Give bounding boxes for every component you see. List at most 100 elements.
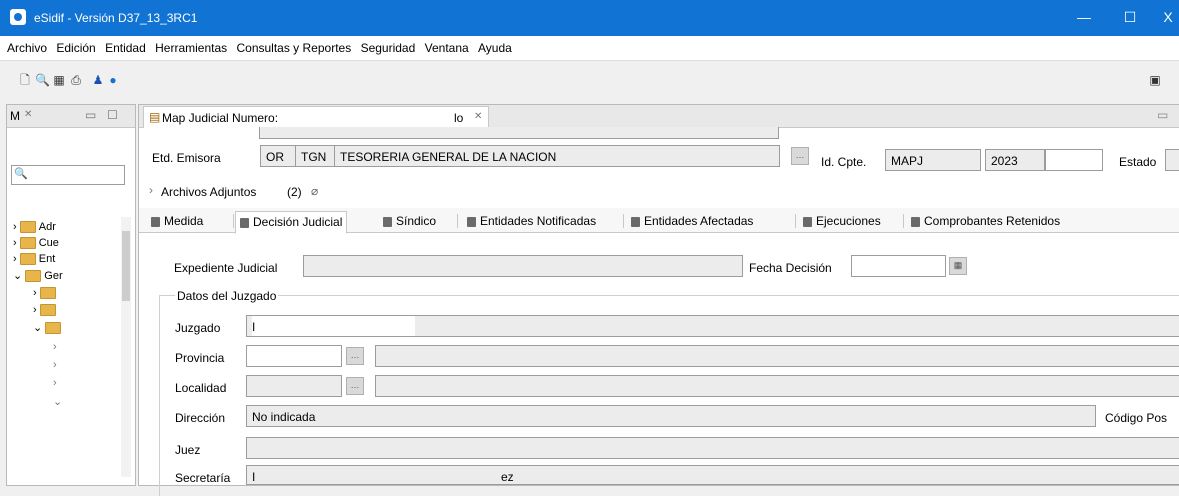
search-icon: 🔍 — [14, 168, 28, 180]
minimize-button[interactable]: — — [1061, 0, 1107, 36]
tab-icon — [631, 216, 640, 227]
perspective-icon[interactable]: ▣ — [1148, 73, 1162, 87]
tree-item-expanded[interactable]: ⌄ — [33, 321, 64, 335]
folder-icon — [39, 304, 56, 317]
tree-item[interactable]: › — [33, 304, 59, 317]
editor-panel: ▤ Map Judicial Numero: lo ✕ ▭ Etd. Emiso… — [138, 104, 1179, 496]
tab-ejecuciones[interactable]: Ejecuciones — [799, 211, 885, 232]
detail-tabbar: Medida Decisión Judicial Síndico Entidad… — [139, 208, 1179, 234]
estado-field — [1165, 149, 1179, 171]
tree-item[interactable]: › — [53, 359, 57, 371]
tab-entidades-notificadas[interactable]: Entidades Notificadas — [463, 211, 600, 232]
id-cpte-year: 2023 — [985, 149, 1045, 171]
paperclip-icon: ⌀ — [311, 184, 319, 198]
tab-icon — [803, 216, 812, 227]
archivos-count: (2) — [287, 185, 302, 199]
juez-label: Juez — [175, 443, 201, 457]
id-cpte-type: MAPJ — [885, 149, 981, 171]
juzgado-field[interactable]: I — [246, 315, 1179, 337]
tab-medida[interactable]: Medida — [147, 211, 207, 232]
tree-item[interactable]: › Ent — [13, 253, 55, 266]
menu-edicion[interactable]: Edición — [53, 36, 98, 55]
etd-emisora-name: TESORERIA GENERAL DE LA NACION — [334, 145, 780, 167]
tab-separator — [623, 214, 624, 228]
chevron-right-icon[interactable]: › — [149, 183, 153, 197]
tree-item[interactable]: › — [53, 341, 57, 353]
menu-archivo[interactable]: Archivo — [4, 36, 50, 55]
provincia-lookup-button[interactable]: … — [346, 347, 364, 365]
tab-entidades-afectadas[interactable]: Entidades Afectadas — [627, 211, 757, 232]
menu-entidad[interactable]: Entidad — [102, 36, 149, 55]
juez-field[interactable] — [246, 437, 1179, 459]
menu-bar: Archivo Edición Entidad Herramientas Con… — [0, 36, 1179, 61]
user-icon[interactable]: ♟ — [91, 73, 105, 87]
tab-map-judicial[interactable]: ▤ Map Judicial Numero: lo ✕ — [143, 106, 489, 128]
tab-separator — [233, 214, 234, 228]
etd-emisora-label: Etd. Emisora — [152, 151, 221, 165]
close-button[interactable]: X — [1153, 0, 1179, 36]
navigator-tabbar: M ✕ ▭ ☐ — [7, 105, 135, 128]
provincia-label: Provincia — [175, 351, 225, 365]
search-icon[interactable]: 🔍 — [35, 73, 50, 87]
menu-consultas-reportes[interactable]: Consultas y Reportes — [233, 36, 354, 55]
editor-tab-title-suffix: lo — [454, 111, 464, 125]
navigator-scrollbar[interactable] — [121, 217, 131, 477]
editor-tabbar: ▤ Map Judicial Numero: lo ✕ ▭ — [139, 105, 1179, 128]
secretaria-field[interactable]: I ez — [246, 465, 1179, 485]
direccion-field[interactable]: No indicada — [246, 405, 1096, 427]
navigator-tab-label[interactable]: M — [10, 109, 20, 123]
document-icon: ▤ — [149, 110, 161, 124]
localidad-lookup-button[interactable]: … — [346, 377, 364, 395]
status-dot-icon[interactable]: ● — [106, 73, 120, 87]
expediente-judicial-field[interactable] — [303, 255, 743, 277]
juzgado-value: I — [252, 316, 416, 336]
menu-seguridad[interactable]: Seguridad — [358, 36, 419, 55]
tree-item[interactable]: › Adr — [13, 221, 56, 234]
new-document-icon[interactable]: 🗋 — [18, 73, 32, 87]
minimize-panel-icon[interactable]: ▭ — [85, 108, 96, 122]
tab-icon — [383, 216, 392, 227]
navigator-search-input[interactable]: 🔍 — [11, 165, 125, 185]
maximize-button[interactable]: ☐ — [1107, 0, 1153, 36]
id-cpte-label: Id. Cpte. — [821, 155, 867, 169]
tree-item-expanded[interactable]: ⌄ Ger — [13, 269, 63, 283]
localidad-code-field[interactable] — [246, 375, 342, 397]
folder-icon — [25, 270, 42, 283]
etd-emisora-lookup-button[interactable]: … — [791, 147, 809, 165]
calendar-button[interactable]: ▦ — [949, 257, 967, 275]
tab-separator — [903, 214, 904, 228]
localidad-name-field — [375, 375, 1179, 397]
tree-item[interactable]: ⌄ — [53, 395, 62, 408]
tree-item[interactable]: › — [53, 377, 57, 389]
minimize-editor-icon[interactable]: ▭ — [1157, 108, 1168, 122]
scrollbar-thumb[interactable] — [122, 231, 130, 301]
secretaria-value-end: ez — [501, 470, 514, 484]
window-title: eSidif - Versión D37_13_3RC1 — [34, 11, 198, 25]
juzgado-label: Juzgado — [175, 321, 221, 335]
hidden-row — [259, 127, 779, 139]
close-icon[interactable]: ✕ — [474, 111, 482, 122]
tree-item[interactable]: › — [33, 287, 59, 300]
archivos-adjuntos-link[interactable]: Archivos Adjuntos — [161, 185, 256, 199]
folder-icon — [45, 322, 62, 335]
menu-herramientas[interactable]: Herramientas — [152, 36, 230, 55]
tab-comprobantes-retenidos[interactable]: Comprobantes Retenidos — [907, 211, 1064, 232]
close-icon[interactable]: ✕ — [24, 109, 32, 120]
spreadsheet-icon[interactable]: ▦ — [52, 73, 66, 87]
direccion-label: Dirección — [175, 411, 226, 425]
expediente-judicial-label: Expediente Judicial — [174, 261, 278, 275]
provincia-code-field[interactable] — [246, 345, 342, 367]
menu-ayuda[interactable]: Ayuda — [475, 36, 515, 55]
print-icon[interactable]: ⎙ — [69, 73, 83, 87]
fecha-decision-field[interactable] — [851, 255, 946, 277]
tab-sindico[interactable]: Síndico — [379, 211, 440, 232]
maximize-panel-icon[interactable]: ☐ — [107, 108, 118, 122]
editor-tab-title: Map Judicial Numero: — [162, 111, 279, 125]
title-bar: eSidif - Versión D37_13_3RC1 — ☐ X — [0, 0, 1179, 36]
tab-decision-judicial[interactable]: Decisión Judicial — [235, 211, 348, 234]
folder-icon — [19, 237, 36, 250]
toolbar: 🗋 🔍 ▦ ⎙ ♟ ● ▣ — [0, 61, 1179, 101]
menu-ventana[interactable]: Ventana — [422, 36, 472, 55]
tree-item[interactable]: › Cue — [13, 237, 59, 250]
tab-separator — [795, 214, 796, 228]
